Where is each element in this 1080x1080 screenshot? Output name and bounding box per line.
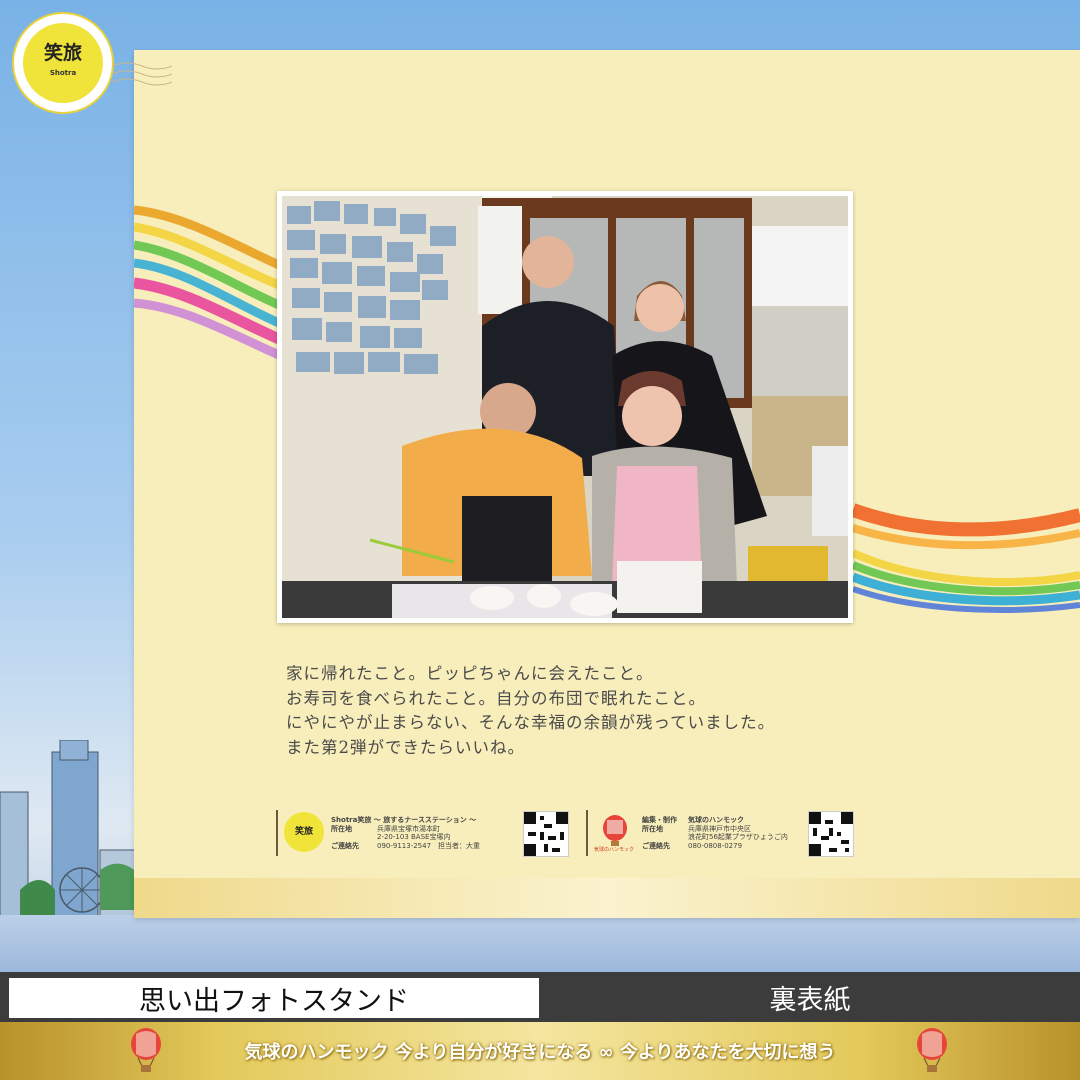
location-line-2: 2-20-103 BASE宝塚内: [377, 833, 451, 841]
location-line-1: 兵庫県宝塚市湯本町: [377, 824, 440, 833]
harbor-water: [0, 915, 1080, 972]
balloon-logo-caption: 気球のハンモック: [594, 847, 635, 853]
hot-air-balloon-icon: [131, 1028, 161, 1072]
product-title: 思い出フォトスタンド: [9, 978, 539, 1018]
family-photo: [277, 191, 853, 623]
location-line-1: 兵庫県神戸市中央区: [688, 824, 751, 833]
rainbow-ribbon-left: [134, 205, 279, 360]
back-cover-label: 裏表紙: [769, 984, 851, 1016]
logo-badge: 笑旅 Shotra: [23, 23, 103, 103]
message-line: お寿司を食べられたこと。自分の布団で眠れたこと。: [286, 688, 706, 708]
contact-label: ご連絡先: [642, 841, 670, 850]
footer-divider-left: [276, 810, 278, 856]
qr-pattern-icon: [524, 812, 568, 856]
tagline-text: 気球のハンモック 今より自分が好きになる ∞ 今よりあなたを大切に想う: [244, 1042, 836, 1063]
postmark-lines: [112, 62, 172, 86]
shotra-logo: 笑旅 Shotra: [12, 12, 114, 114]
shotra-mini-logo: 笑旅: [284, 812, 324, 852]
message-text: 家に帰れたこと。ピッピちゃんに会えたこと。 お寿司を食べられたこと。自分の布団で…: [286, 662, 886, 760]
contact-value: 080-0808-0279: [688, 841, 743, 850]
footer-info-left: Shotra笑旅 〜 旅するナースステーション 〜 所在地 兵庫県宝塚市湯本町 …: [331, 816, 516, 866]
location-label: 所在地: [642, 824, 663, 833]
footer-divider-right: [586, 810, 588, 856]
logo-text: 笑旅: [43, 42, 82, 64]
message-line: 家に帰れたこと。ピッピちゃんに会えたこと。: [286, 664, 654, 683]
location-line-2: 浪花町56起業プラザひょうご内: [688, 833, 788, 841]
rainbow-ribbon-right: [853, 503, 1080, 613]
logo-subtext: Shotra: [49, 69, 77, 77]
qr-code-right[interactable]: [808, 811, 854, 857]
qr-code-left[interactable]: [523, 811, 569, 857]
qr-pattern-icon: [809, 812, 853, 856]
contact-value: 090-9113-2547 担当者：大重: [377, 841, 481, 850]
photo-illustration: [282, 196, 848, 618]
contact-label: ご連絡先: [331, 841, 359, 850]
location-label: 所在地: [331, 824, 352, 833]
message-line: にやにやが止まらない、そんな幸福の余韻が残っていました。: [286, 713, 776, 732]
footer-info-right: 編集・制作 気球のハンモック 所在地 兵庫県神戸市中央区 浪花町56起業プラザひ…: [642, 816, 807, 866]
hot-air-balloon-icon: [917, 1028, 947, 1072]
mini-logo-text: 笑旅: [294, 827, 313, 837]
city-skyline-illustration: [0, 740, 140, 931]
org-name: Shotra笑旅 〜 旅するナースステーション 〜: [331, 816, 477, 824]
message-line: また第2弾ができたらいいね。: [286, 737, 525, 757]
edit-value: 気球のハンモック: [688, 816, 744, 824]
edit-label: 編集・制作: [642, 816, 677, 824]
